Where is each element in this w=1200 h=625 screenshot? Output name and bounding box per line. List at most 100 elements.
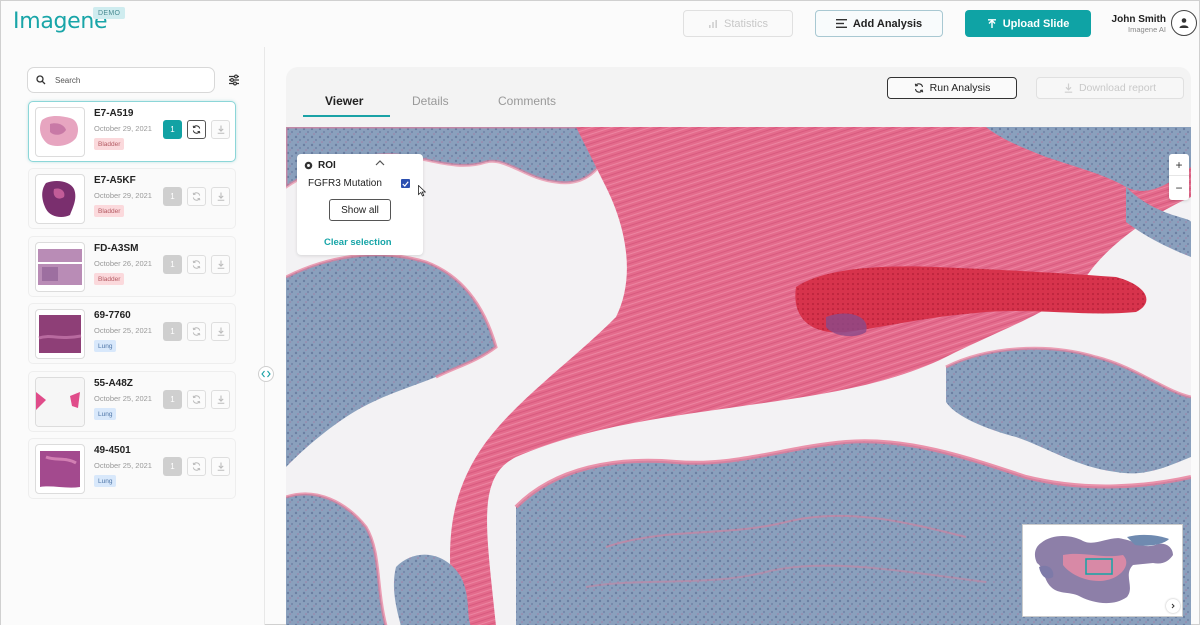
upload-icon [987,18,996,28]
slide-thumbnail[interactable] [35,309,85,359]
minimap-toggle[interactable] [1166,599,1180,613]
add-analysis-label: Add Analysis [852,17,923,30]
slide-thumbnail[interactable] [35,107,85,157]
slide-date: October 25, 2021 [94,461,152,470]
download-report-label: Download report [1078,82,1157,94]
analysis-count-badge[interactable]: 1 [163,120,182,139]
download-slide-button[interactable] [211,255,230,274]
slide-tag: Bladder [94,273,125,285]
slide-name: 69-7760 [94,310,131,321]
slide-card[interactable]: 49-4501 October 25, 2021 Lung 1 [28,438,236,499]
slide-tag: Lung [94,408,117,420]
refresh-icon [192,125,201,134]
tab-viewer[interactable]: Viewer [325,94,363,108]
roi-item-checkbox[interactable] [401,179,410,188]
search-input[interactable] [55,75,195,85]
refresh-icon [192,327,201,336]
slide-thumbnail[interactable] [35,444,85,494]
slide-thumbnail[interactable] [35,377,85,427]
search-icon [36,75,46,85]
code-arrows-icon [261,370,271,378]
slide-thumbnail[interactable] [35,174,85,224]
slide-viewer[interactable]: ROI FGFR3 Mutation Show all Clear select… [286,127,1191,625]
slide-date: October 29, 2021 [94,191,152,200]
slide-name: 49-4501 [94,445,131,456]
slide-card[interactable]: E7-A519 October 29, 2021 Bladder 1 [28,101,236,162]
demo-badge: DEMO [93,7,126,19]
minimap[interactable] [1022,524,1183,617]
rerun-analysis-button[interactable] [187,322,206,341]
slide-date: October 26, 2021 [94,259,152,268]
slide-card[interactable]: E7-A5KF October 29, 2021 Bladder 1 [28,168,236,229]
slide-sidebar: E7-A519 October 29, 2021 Bladder 1 E7-A5KF Oc… [1,47,274,625]
tab-comments[interactable]: Comments [498,94,556,108]
slide-card[interactable]: 55-A48Z October 25, 2021 Lung 1 [28,371,236,432]
refresh-icon [192,192,201,201]
download-icon [1064,83,1073,93]
show-all-button[interactable]: Show all [329,199,391,221]
download-icon [217,395,224,404]
slide-date: October 29, 2021 [94,124,152,133]
slide-thumbnail[interactable] [35,242,85,292]
download-icon [217,192,224,201]
slide-card[interactable]: FD-A3SM October 26, 2021 Bladder 1 [28,236,236,297]
statistics-button[interactable]: Statistics [683,10,793,37]
refresh-icon [192,395,201,404]
slide-tag: Bladder [94,205,125,217]
run-analysis-button[interactable]: Run Analysis [887,77,1017,99]
rerun-analysis-button[interactable] [187,457,206,476]
analysis-count-badge[interactable]: 1 [163,255,182,274]
analysis-count-badge[interactable]: 1 [163,322,182,341]
add-analysis-button[interactable]: Add Analysis [815,10,943,37]
roi-title: ROI [318,160,336,171]
roi-panel: ROI FGFR3 Mutation Show all Clear select… [297,154,423,255]
statistics-label: Statistics [723,17,768,30]
analysis-count-badge[interactable]: 1 [163,187,182,206]
bar-chart-icon [708,19,717,28]
slide-name: FD-A3SM [94,243,139,254]
user-org: Imagene AI [1128,25,1166,34]
rerun-analysis-button[interactable] [187,390,206,409]
zoom-controls: + − [1169,154,1189,200]
check-icon [402,180,409,187]
top-bar: Imagene DEMO Statistics Add Analysis Upl… [1,1,1199,47]
main-panel: Viewer Details Comments Run Analysis Dow… [286,67,1191,625]
download-slide-button[interactable] [211,187,230,206]
search-box[interactable] [27,67,215,93]
download-icon [217,125,224,134]
slide-date: October 25, 2021 [94,326,152,335]
download-slide-button[interactable] [211,390,230,409]
chevron-up-icon[interactable] [375,159,385,167]
chevron-right-icon [1171,603,1175,609]
rerun-analysis-button[interactable] [187,255,206,274]
upload-slide-button[interactable]: Upload Slide [965,10,1091,37]
slide-card[interactable]: 69-7760 October 25, 2021 Lung 1 [28,303,236,364]
mouse-pointer-icon [418,185,426,197]
refresh-icon [914,83,923,93]
analysis-count-badge[interactable]: 1 [163,457,182,476]
rerun-analysis-button[interactable] [187,120,206,139]
user-icon [1179,18,1189,28]
tab-details[interactable]: Details [412,94,449,108]
filter-button[interactable] [227,73,241,87]
download-slide-button[interactable] [211,120,230,139]
slide-tag: Bladder [94,138,125,150]
download-icon [217,462,224,471]
slide-tag: Lung [94,475,117,487]
collapse-sidebar-handle[interactable] [258,366,274,382]
user-name: John Smith [1111,14,1166,25]
list-icon [835,19,847,28]
run-analysis-label: Run Analysis [929,82,991,94]
download-slide-button[interactable] [211,322,230,341]
avatar[interactable] [1171,10,1197,36]
download-slide-button[interactable] [211,457,230,476]
zoom-in-button[interactable]: + [1169,154,1189,176]
analysis-count-badge[interactable]: 1 [163,390,182,409]
clear-selection-link[interactable]: Clear selection [324,237,392,248]
roi-item-label: FGFR3 Mutation [308,178,382,189]
rerun-analysis-button[interactable] [187,187,206,206]
zoom-out-button[interactable]: − [1169,177,1189,199]
download-report-button[interactable]: Download report [1036,77,1184,99]
minimap-overview [1023,525,1182,616]
slide-name: E7-A519 [94,108,134,119]
